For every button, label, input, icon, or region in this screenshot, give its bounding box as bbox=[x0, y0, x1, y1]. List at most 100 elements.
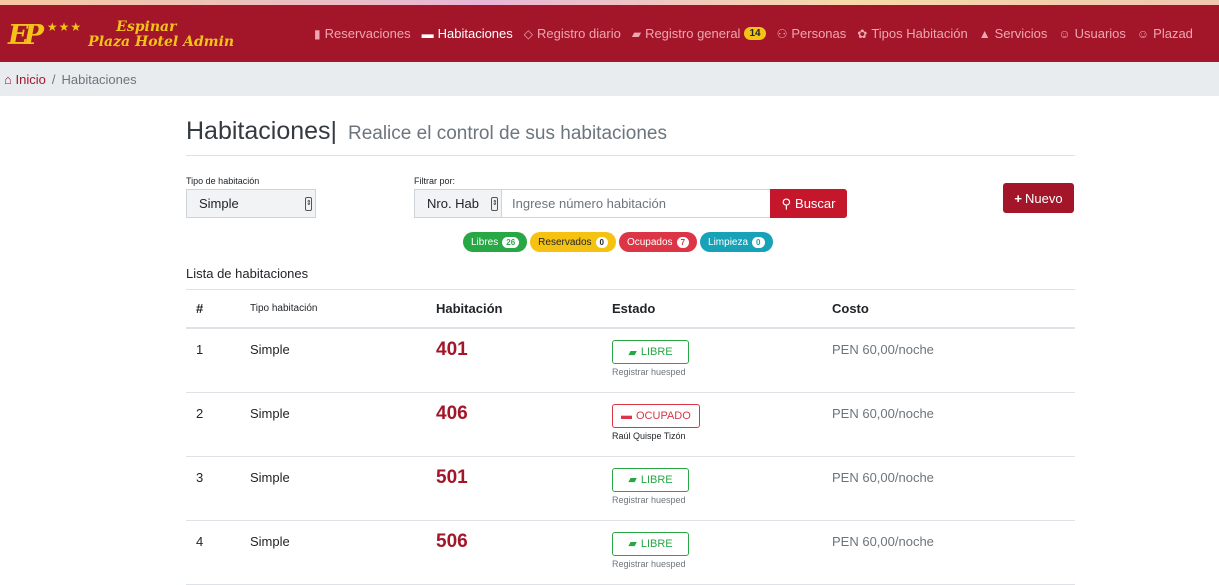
nav-label: Usuarios bbox=[1074, 26, 1126, 41]
book-icon: ▰ bbox=[628, 346, 637, 359]
row-costo: PEN 60,00/noche bbox=[832, 456, 1075, 521]
tipo-habitacion-label: Tipo de habitación bbox=[186, 176, 260, 186]
row-costo: PEN 60,00/noche bbox=[832, 392, 1075, 457]
register-guest-link[interactable]: Registrar huesped bbox=[612, 559, 832, 569]
home-icon: ⌂ bbox=[4, 71, 12, 87]
search-button-label: Buscar bbox=[795, 196, 836, 211]
col-header-number: # bbox=[186, 290, 250, 329]
row-number: 4 bbox=[186, 520, 250, 585]
pill-libres[interactable]: Libres 26 bbox=[463, 232, 528, 252]
register-guest-link[interactable]: Registrar huesped bbox=[612, 495, 832, 505]
breadcrumb: ⌂ Inicio / Habitaciones bbox=[0, 62, 1219, 96]
plus-icon: + bbox=[1014, 190, 1022, 206]
bed-icon: ▬ bbox=[621, 409, 632, 422]
col-header-tipo: Tipo habitación bbox=[250, 290, 436, 329]
pill-count: 26 bbox=[502, 236, 520, 248]
filtrar-por-value: Nro. Hab bbox=[427, 196, 480, 211]
filtrar-por-select[interactable]: Nro. Hab ⇕ bbox=[414, 189, 502, 218]
nav-habitaciones[interactable]: ▬ Habitaciones bbox=[422, 26, 513, 41]
bookmark-icon: ▮ bbox=[314, 26, 321, 41]
nav-user-menu[interactable]: ☺ Plazad bbox=[1137, 26, 1193, 41]
nav-registro-general[interactable]: ▰ Registro general 14 bbox=[632, 26, 766, 41]
nav-badge-count: 14 bbox=[744, 27, 766, 40]
pill-count: 0 bbox=[595, 236, 608, 248]
book-icon: ▰ bbox=[628, 538, 637, 550]
col-header-estado: Estado bbox=[612, 290, 832, 329]
main-nav: ▮ Reservaciones ▬ Habitaciones ◇ Registr… bbox=[314, 5, 1204, 62]
register-guest-link[interactable]: Registrar huesped bbox=[612, 367, 832, 377]
user-circle-icon: ☺ bbox=[1058, 26, 1071, 41]
top-navbar: EP ★★★ Espinar Plaza Hotel Admin ▮ Reser… bbox=[0, 5, 1219, 62]
pill-count: 0 bbox=[752, 236, 765, 248]
row-number: 3 bbox=[186, 456, 250, 521]
pill-count: 7 bbox=[676, 236, 690, 248]
row-tipo: Simple bbox=[250, 456, 436, 521]
pill-label: Reservados bbox=[538, 236, 592, 248]
search-input[interactable]: Ingrese número habitación bbox=[501, 189, 771, 218]
search-button[interactable]: ⚲ Buscar bbox=[770, 189, 847, 218]
status-button-libre[interactable]: ▰ LIBRE bbox=[612, 340, 689, 364]
nav-personas[interactable]: ⚇ Personas bbox=[777, 26, 847, 41]
bell-icon: ▲ bbox=[978, 26, 991, 41]
tipo-habitacion-select[interactable]: Simple ⇕ bbox=[186, 189, 316, 218]
nav-label: Registro general bbox=[645, 26, 741, 41]
pill-ocupados[interactable]: Ocupados 7 bbox=[618, 232, 698, 252]
nav-usuarios[interactable]: ☺ Usuarios bbox=[1058, 26, 1126, 41]
filtrar-por-label: Filtrar por: bbox=[414, 176, 456, 186]
nav-reservaciones[interactable]: ▮ Reservaciones bbox=[314, 26, 411, 41]
nav-label: Personas bbox=[791, 26, 847, 41]
room-number: 406 bbox=[436, 402, 468, 424]
breadcrumb-separator: / bbox=[51, 71, 56, 87]
room-number: 501 bbox=[436, 466, 468, 488]
room-number: 506 bbox=[436, 530, 468, 552]
search-placeholder: Ingrese número habitación bbox=[512, 196, 666, 211]
new-room-button[interactable]: + Nuevo bbox=[1003, 183, 1074, 213]
pill-reservados[interactable]: Reservados 0 bbox=[530, 232, 616, 252]
pill-label: Ocupados bbox=[626, 236, 673, 248]
room-number: 401 bbox=[436, 339, 468, 360]
nav-tipos-habitacion[interactable]: ✿ Tipos Habitación bbox=[857, 26, 967, 41]
row-tipo: Simple bbox=[250, 520, 436, 585]
brand-line-2: Plaza Hotel Admin bbox=[88, 34, 235, 50]
list-title: Lista de habitaciones bbox=[186, 266, 309, 281]
table-header-row: # Tipo habitación Habitación Estado Cost… bbox=[186, 290, 1075, 329]
chevron-down-icon: ⇕ bbox=[491, 197, 498, 211]
rooms-table: # Tipo habitación Habitación Estado Cost… bbox=[186, 290, 1075, 585]
status-label: LIBRE bbox=[640, 346, 673, 358]
pill-limpieza[interactable]: Limpieza 0 bbox=[700, 232, 773, 252]
breadcrumb-current: Habitaciones bbox=[61, 71, 137, 87]
nav-registro-diario[interactable]: ◇ Registro diario bbox=[524, 26, 621, 41]
col-header-habitacion: Habitación bbox=[436, 290, 612, 329]
table-row: 3 Simple 501 ▰ LIBRE Registrar huesped P… bbox=[186, 456, 1075, 521]
pill-label: Limpieza bbox=[708, 236, 749, 248]
pill-label: Libres bbox=[471, 236, 499, 248]
guest-name: Raúl Quispe Tizón bbox=[612, 430, 686, 441]
status-label: LIBRE bbox=[640, 473, 673, 486]
tipo-habitacion-value: Simple bbox=[199, 196, 239, 211]
users-icon: ⚇ bbox=[776, 26, 788, 41]
row-number: 1 bbox=[186, 328, 250, 393]
title-divider bbox=[186, 155, 1075, 156]
nav-label: Tipos Habitación bbox=[871, 26, 968, 41]
row-costo: PEN 60,00/noche bbox=[832, 328, 1075, 393]
brand-logo-link[interactable]: EP ★★★ Espinar Plaza Hotel Admin bbox=[8, 15, 234, 55]
stars-icon: ★★★ bbox=[46, 20, 83, 34]
table-row: 2 Simple 406 ▬ OCUPADO Raúl Quispe Tizón… bbox=[186, 392, 1075, 457]
hotel-logo-icon: EP bbox=[8, 19, 44, 51]
table-row: 1 Simple 401 ▰ LIBRE Registrar huesped P… bbox=[186, 328, 1075, 393]
status-label: OCUPADO bbox=[636, 409, 691, 422]
col-header-costo: Costo bbox=[832, 290, 1075, 329]
row-costo: PEN 60,00/noche bbox=[832, 520, 1075, 585]
nav-servicios[interactable]: ▲ Servicios bbox=[979, 26, 1048, 41]
row-tipo: Simple bbox=[250, 328, 436, 393]
nav-label: Reservaciones bbox=[324, 26, 411, 41]
new-button-label: Nuevo bbox=[1025, 190, 1063, 206]
status-button-ocupado[interactable]: ▬ OCUPADO bbox=[612, 403, 700, 428]
row-number: 2 bbox=[186, 392, 250, 457]
status-button-libre[interactable]: ▰ LIBRE bbox=[612, 531, 689, 556]
bed-icon: ▬ bbox=[421, 26, 434, 41]
status-button-libre[interactable]: ▰ LIBRE bbox=[612, 467, 689, 492]
breadcrumb-home-link[interactable]: ⌂ Inicio bbox=[4, 72, 46, 87]
status-label: LIBRE bbox=[640, 537, 673, 550]
book-icon: ▰ bbox=[631, 26, 642, 41]
